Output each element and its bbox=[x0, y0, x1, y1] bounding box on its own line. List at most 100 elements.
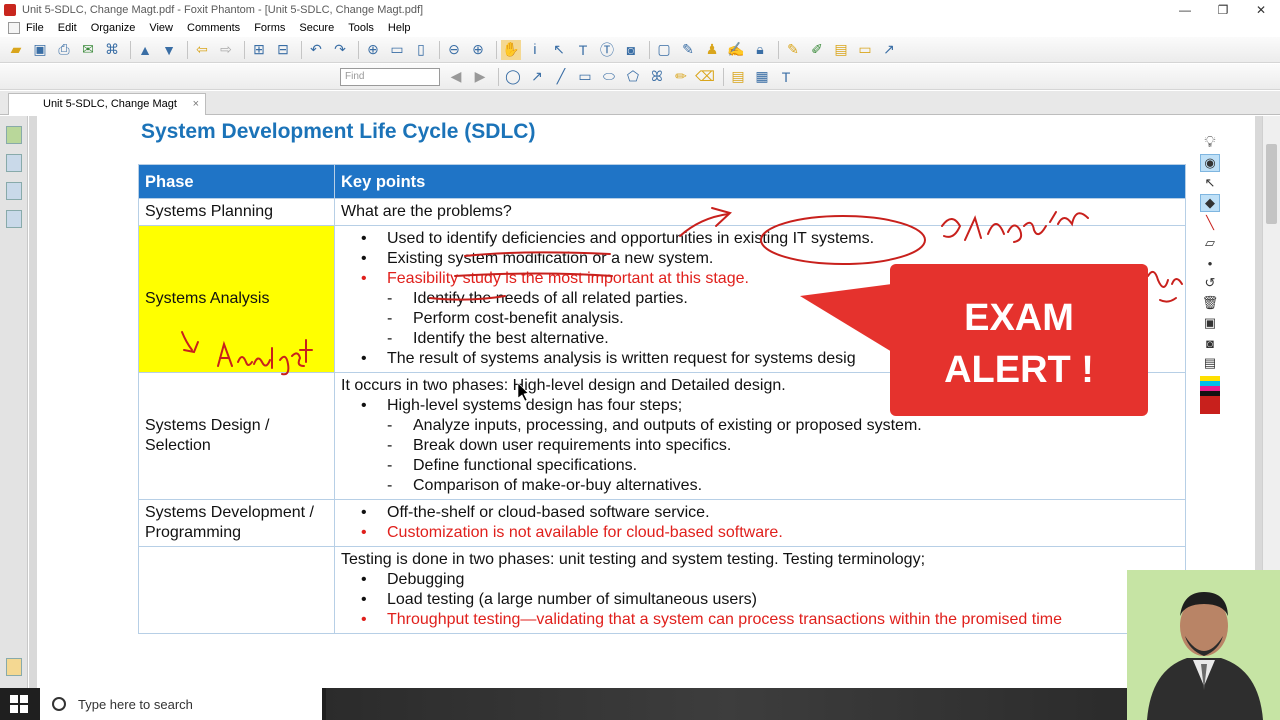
snapshot-icon[interactable]: ◙ bbox=[621, 40, 641, 60]
certify-icon[interactable]: ✍ bbox=[726, 40, 746, 60]
fit-page-icon[interactable]: ▭ bbox=[387, 40, 407, 60]
undo-icon[interactable]: ↶ bbox=[306, 40, 326, 60]
scan-icon[interactable]: ⌘ bbox=[102, 40, 122, 60]
eraser-tool-icon[interactable]: ⌫ bbox=[695, 67, 715, 87]
list-item: Off-the-shelf or cloud-based software se… bbox=[341, 503, 1179, 523]
close-button[interactable]: ✕ bbox=[1242, 0, 1280, 20]
menu-help[interactable]: Help bbox=[388, 22, 411, 34]
save-icon[interactable]: ▣ bbox=[30, 40, 50, 60]
pointer-icon[interactable]: ↖ bbox=[1200, 174, 1220, 192]
list-item: Load testing (a large number of simultan… bbox=[341, 590, 1179, 610]
list-item: Used to identify deficiencies and opport… bbox=[341, 229, 1179, 249]
open-icon[interactable]: ▰ bbox=[6, 40, 26, 60]
menu-forms[interactable]: Forms bbox=[254, 22, 285, 34]
attachments-icon[interactable] bbox=[6, 658, 22, 676]
zoom-out-icon[interactable]: ⊖ bbox=[444, 40, 464, 60]
restore-button[interactable]: ❐ bbox=[1204, 0, 1242, 20]
list-item: Customization is not available for cloud… bbox=[341, 523, 1179, 543]
next-page-icon[interactable]: ▼ bbox=[159, 40, 179, 60]
comment-icon[interactable]: ▭ bbox=[855, 40, 875, 60]
dot-icon[interactable]: • bbox=[1200, 254, 1220, 272]
document-tab[interactable]: Unit 5-SDLC, Change Magt × bbox=[8, 93, 206, 115]
callout-tool-icon[interactable]: ▦ bbox=[752, 67, 772, 87]
text-field-icon[interactable]: T bbox=[776, 67, 796, 87]
text-tool-icon[interactable]: T bbox=[573, 40, 593, 60]
window-title: Unit 5-SDLC, Change Magt.pdf - Foxit Pha… bbox=[22, 4, 424, 16]
phase-development: Systems Development / Programming bbox=[138, 499, 335, 547]
sticky-note-icon[interactable]: ✎ bbox=[783, 40, 803, 60]
windows-start-icon[interactable] bbox=[10, 695, 28, 713]
presenter-webcam bbox=[1127, 570, 1280, 720]
menu-secure[interactable]: Secure bbox=[299, 22, 334, 34]
taskbar-apps[interactable] bbox=[326, 688, 1130, 720]
ellipse-tool-icon[interactable]: ⬭ bbox=[599, 67, 619, 87]
screen-icon[interactable]: ▣ bbox=[1200, 314, 1220, 332]
find-next-icon[interactable]: ▶ bbox=[470, 67, 490, 87]
polygon-tool-icon[interactable]: ⬠ bbox=[623, 67, 643, 87]
previous-page-icon[interactable]: ▲ bbox=[135, 40, 155, 60]
textbox-tool-icon[interactable]: ▤ bbox=[728, 67, 748, 87]
menu-file[interactable]: File bbox=[26, 22, 44, 34]
insert-page-icon[interactable]: ⊞ bbox=[249, 40, 269, 60]
title-bar: Unit 5-SDLC, Change Magt.pdf - Foxit Pha… bbox=[0, 0, 1280, 20]
arrow-tool-icon[interactable]: ↗ bbox=[879, 40, 899, 60]
menu-organize[interactable]: Organize bbox=[91, 22, 136, 34]
print-icon[interactable]: ⎙ bbox=[54, 40, 74, 60]
pen-icon[interactable]: ╲ bbox=[1200, 214, 1220, 232]
camera-icon[interactable]: ◙ bbox=[1200, 334, 1220, 352]
eye-icon[interactable]: ◉ bbox=[1200, 154, 1220, 172]
secure-icon[interactable]: 🔒︎ bbox=[750, 40, 770, 60]
cloud-tool-icon[interactable]: ꕤ bbox=[647, 67, 667, 87]
zoom-icon[interactable]: ⊕ bbox=[363, 40, 383, 60]
pages-icon[interactable] bbox=[6, 154, 22, 172]
clipboard-icon[interactable]: ▤ bbox=[1200, 354, 1220, 372]
form-icon[interactable]: ▢ bbox=[654, 40, 674, 60]
swatch-red[interactable] bbox=[1200, 396, 1220, 414]
scrollbar-thumb[interactable] bbox=[1266, 144, 1277, 224]
email-icon[interactable]: ✉ bbox=[78, 40, 98, 60]
minimize-button[interactable]: — bbox=[1166, 0, 1204, 20]
select-annotation-icon[interactable]: ↖ bbox=[549, 40, 569, 60]
select-text-icon[interactable]: Ꭵ bbox=[525, 40, 545, 60]
highlight-icon[interactable]: ▤ bbox=[831, 40, 851, 60]
header-key-points: Key points bbox=[334, 164, 1186, 199]
redo-icon[interactable]: ↷ bbox=[330, 40, 350, 60]
toolbar-separator bbox=[496, 40, 497, 59]
presenter-figure bbox=[1147, 592, 1263, 720]
extract-page-icon[interactable]: ⊟ bbox=[273, 40, 293, 60]
tab-close-icon[interactable]: × bbox=[193, 94, 199, 114]
find-input[interactable]: Find bbox=[340, 67, 440, 86]
stamp-icon[interactable]: ♟ bbox=[702, 40, 722, 60]
find-previous-icon[interactable]: ◀ bbox=[446, 67, 466, 87]
trash-icon[interactable]: 🗑︎ bbox=[1200, 294, 1220, 312]
rectangle-tool-icon[interactable]: ▭ bbox=[575, 67, 595, 87]
undo-ink-icon[interactable]: ↺ bbox=[1200, 274, 1220, 292]
fit-width-icon[interactable]: ▯ bbox=[411, 40, 431, 60]
menu-tools[interactable]: Tools bbox=[348, 22, 374, 34]
menu-comments[interactable]: Comments bbox=[187, 22, 240, 34]
zoom-in-icon[interactable]: ⊕ bbox=[468, 40, 488, 60]
back-icon[interactable]: ⇦ bbox=[192, 40, 212, 60]
lightbulb-icon[interactable]: 💡︎ bbox=[1200, 134, 1220, 152]
highlighter-icon[interactable]: ▱ bbox=[1200, 234, 1220, 252]
menu-edit[interactable]: Edit bbox=[58, 22, 77, 34]
taskbar-search-box[interactable]: Type here to search bbox=[40, 688, 322, 720]
typewriter-icon[interactable]: Ⓣ bbox=[597, 40, 617, 60]
layers-icon[interactable] bbox=[6, 210, 22, 228]
line-tool-icon[interactable]: ╱ bbox=[551, 67, 571, 87]
pencil-tool-icon[interactable]: ✏ bbox=[671, 67, 691, 87]
hand-tool-icon[interactable]: ✋ bbox=[501, 39, 521, 60]
comments-panel-icon[interactable] bbox=[6, 182, 22, 200]
arrow-line-icon[interactable]: ↗ bbox=[527, 67, 547, 87]
oval-tool-icon[interactable]: ◯ bbox=[503, 67, 523, 87]
edit-object-icon[interactable]: ✎ bbox=[678, 40, 698, 60]
toolbar-separator bbox=[439, 40, 440, 59]
bookmarks-icon[interactable] bbox=[6, 126, 22, 144]
eraser-icon[interactable]: ◆ bbox=[1200, 194, 1220, 212]
pencil-icon[interactable]: ✐ bbox=[807, 40, 827, 60]
forward-icon[interactable]: ⇨ bbox=[216, 40, 236, 60]
color-swatches[interactable] bbox=[1200, 376, 1220, 414]
search-placeholder: Type here to search bbox=[78, 696, 193, 712]
toolbar-separator bbox=[778, 40, 779, 59]
menu-view[interactable]: View bbox=[149, 22, 173, 34]
